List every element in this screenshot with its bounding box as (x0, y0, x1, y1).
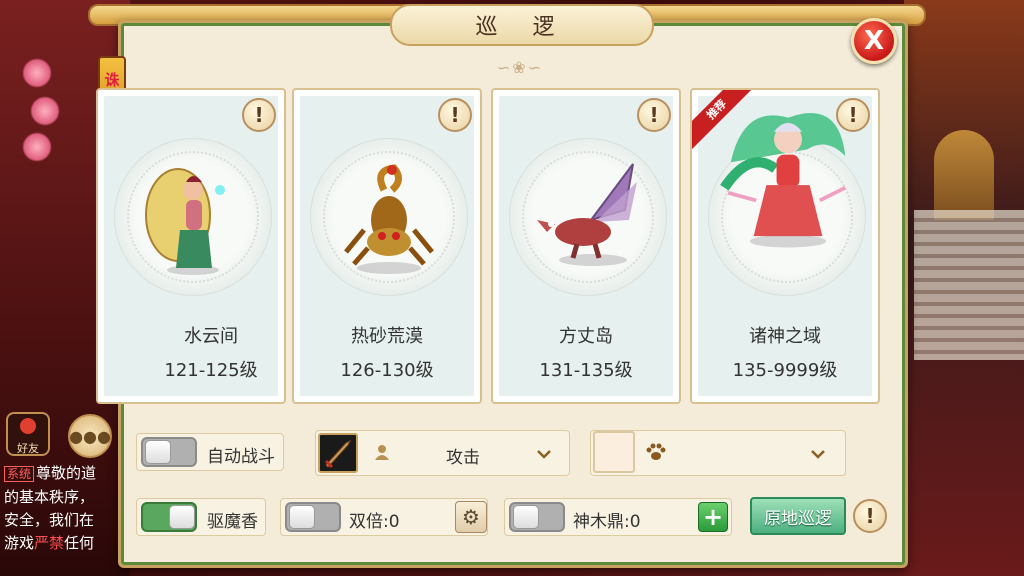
background-building (934, 130, 994, 220)
chat-text: 任何 (64, 534, 95, 552)
plus-icon: + (702, 503, 724, 531)
sword-icon (318, 433, 358, 473)
close-button[interactable]: X (851, 18, 897, 64)
chevron-down-icon (537, 450, 551, 459)
chat-bubble-icon: ●●● (69, 426, 111, 446)
system-tag: 系统 (4, 466, 35, 482)
toggle-knob (289, 505, 315, 529)
map-name: 热砂荒漠 (351, 326, 423, 347)
map-name: 诸神之域 (749, 326, 821, 347)
toggle-knob (169, 505, 195, 529)
auto-battle-control: 自动战斗 (136, 433, 284, 471)
double-exp-label: 双倍:0 (349, 512, 400, 532)
flower-decoration (22, 58, 52, 88)
friends-icon (20, 418, 36, 434)
ornament-divider: ∽❀∽ (496, 58, 544, 77)
auto-battle-label: 自动战斗 (207, 447, 275, 467)
map-level: 135-9999级 (732, 360, 838, 381)
gear-icon: ⚙ (462, 505, 480, 529)
chat-button[interactable]: ●●● (68, 414, 112, 458)
map-level: 131-135级 (539, 360, 633, 381)
chat-line: 尊敬的道 (36, 464, 97, 482)
panel-title: 巡 逻 (475, 15, 569, 40)
map-info-button[interactable]: ! (438, 98, 472, 132)
monster-portrait (537, 163, 637, 266)
friends-button[interactable]: 好友 (6, 412, 50, 456)
monster-portrait (344, 164, 434, 274)
map-card-list: ! 水云间 121-125级 ! 热砂荒漠 126-130级 ! 方丈岛 131… (96, 88, 882, 404)
background-stairs (914, 210, 1024, 360)
pet-slot (593, 431, 635, 473)
flower-decoration (22, 132, 52, 162)
auto-battle-toggle[interactable] (141, 437, 197, 467)
map-level: 126-130级 (340, 360, 434, 381)
divine-tripod-toggle[interactable] (509, 502, 565, 532)
repel-incense-toggle[interactable] (141, 502, 197, 532)
double-exp-toggle[interactable] (285, 502, 341, 532)
map-info-button[interactable]: ! (637, 98, 671, 132)
toggle-knob (513, 505, 539, 529)
monster-portrait (145, 168, 225, 275)
map-info-button[interactable]: ! (242, 98, 276, 132)
toggle-knob (145, 440, 171, 464)
skill-dropdown-value: 攻击 (446, 448, 480, 468)
person-icon (375, 445, 389, 460)
friends-label: 好友 (17, 442, 39, 455)
title-plate: 巡 逻 (390, 4, 654, 46)
map-level: 121-125级 (164, 360, 258, 381)
paw-icon (646, 443, 666, 460)
map-card[interactable]: 推荐 ! 诸神之域 135-9999级 (690, 88, 880, 404)
map-name: 方丈岛 (559, 326, 613, 347)
chat-line: 安全，我们在 (4, 511, 95, 529)
flower-decoration (30, 96, 60, 126)
repel-incense-control: 驱魔香 (136, 498, 266, 536)
add-tripod-button[interactable]: + (698, 502, 728, 532)
settings-button[interactable]: ⚙ (455, 501, 487, 533)
chevron-down-icon (811, 450, 825, 459)
map-name: 水云间 (184, 326, 238, 347)
repel-incense-label: 驱魔香 (207, 512, 258, 532)
map-card[interactable]: ! 水云间 121-125级 (96, 88, 286, 404)
chat-text: 游戏 (4, 534, 35, 552)
map-card[interactable]: ! 方丈岛 131-135级 (491, 88, 681, 404)
chat-line: 的基本秩序， (4, 488, 95, 506)
map-card[interactable]: ! 热砂荒漠 126-130级 (292, 88, 482, 404)
chat-text-red: 严禁 (34, 534, 65, 552)
patrol-in-place-button[interactable]: 原地巡逻 (750, 497, 846, 535)
divine-tripod-label: 神木鼎:0 (573, 512, 641, 532)
map-info-button[interactable]: ! (836, 98, 870, 132)
close-icon: X (863, 26, 885, 56)
patrol-info-button[interactable]: ! (853, 499, 887, 533)
chat-log: 系统 尊敬的道 的基本秩序， 安全，我们在 游戏严禁任何 (4, 462, 124, 555)
